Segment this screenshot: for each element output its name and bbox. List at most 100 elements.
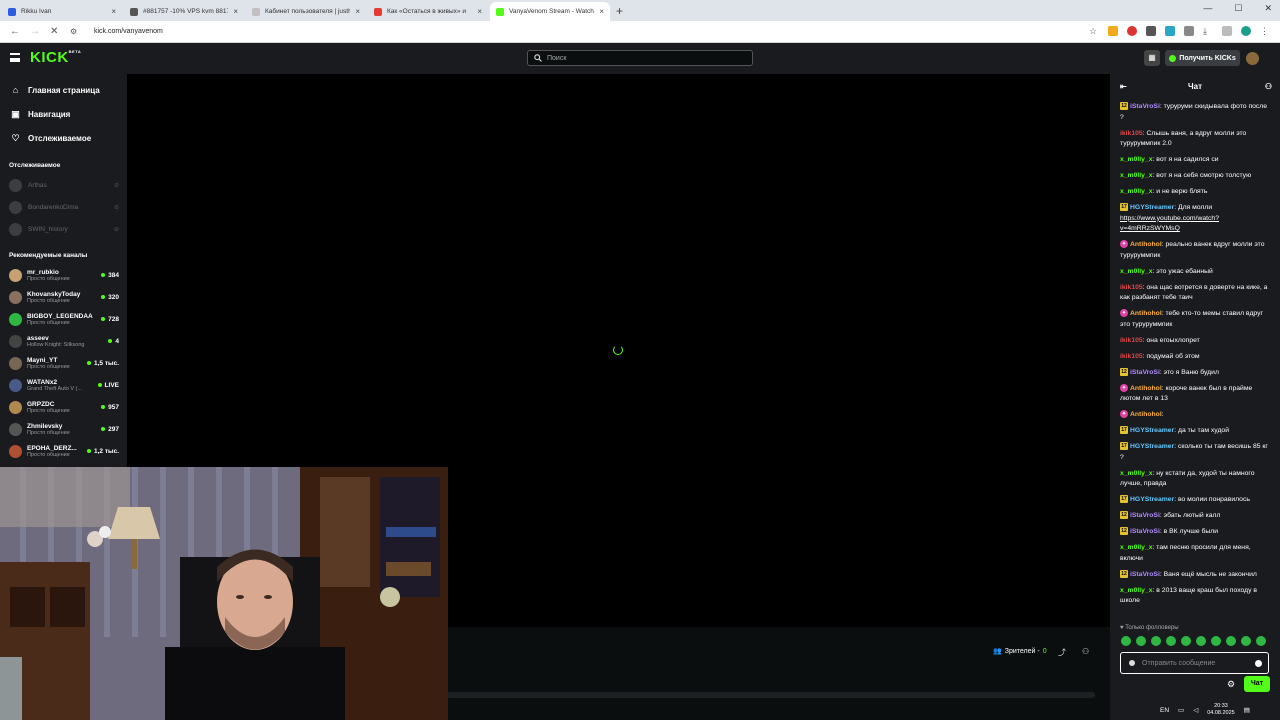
chat-username[interactable]: x_m0lly_x <box>1120 172 1153 179</box>
puzzle-icon[interactable] <box>1184 26 1194 36</box>
chat-username[interactable]: ikik105 <box>1120 337 1143 344</box>
kick-logo[interactable]: KICKBETA <box>30 49 81 66</box>
profile-avatar[interactable] <box>1241 26 1251 36</box>
back-icon[interactable]: ← <box>10 26 20 37</box>
menu-icon[interactable]: ⋮ <box>1260 26 1270 36</box>
notifications-icon[interactable]: ▤ <box>1244 706 1250 714</box>
recommended-channel[interactable]: asseev Hollow Knight: Silksong 4 <box>0 330 127 352</box>
emote-icon[interactable] <box>1256 636 1266 646</box>
chat-username[interactable]: HGYStreamer <box>1130 427 1174 434</box>
chat-input[interactable]: Отправить сообщение <box>1120 652 1269 674</box>
extension-icon[interactable] <box>1146 26 1156 36</box>
chat-username[interactable]: HGYStreamer <box>1130 443 1174 450</box>
emote-icon[interactable] <box>1136 636 1146 646</box>
chat-link[interactable]: https://www.youtube.com/watch?v=4mRRzSWY… <box>1120 215 1219 233</box>
sidebar-nav-item[interactable]: ▣ Навигация <box>0 102 127 126</box>
minimize-icon[interactable]: — <box>1203 3 1212 14</box>
emote-icon[interactable] <box>1151 636 1161 646</box>
chat-username[interactable]: ikik105 <box>1120 353 1143 360</box>
chat-username[interactable]: Antihohol <box>1130 241 1162 248</box>
chat-username[interactable]: x_m0lly_x <box>1120 188 1153 195</box>
browser-tab[interactable]: #881757 -10% VPS kvm 88175 × <box>124 2 244 21</box>
chat-username[interactable]: x_m0lly_x <box>1120 268 1153 275</box>
extension-icon[interactable] <box>1165 26 1175 36</box>
chat-username[interactable]: iStaVroSi <box>1130 512 1160 519</box>
collapse-chat-icon[interactable]: ⇤ <box>1120 82 1127 91</box>
store-icon[interactable]: ▦ <box>1144 50 1160 66</box>
chat-username[interactable]: Antihohol <box>1130 385 1162 392</box>
chat-username[interactable]: x_m0lly_x <box>1120 156 1153 163</box>
share-icon[interactable]: ⤴ <box>1058 647 1066 658</box>
maximize-icon[interactable]: ☐ <box>1234 3 1242 14</box>
site-info-icon[interactable]: ⚙ <box>70 27 80 36</box>
recommended-channel[interactable]: Mayni_YT Просто общение 1,5 тыс. <box>0 352 127 374</box>
get-kicks-button[interactable]: Получить KICKs <box>1165 50 1240 66</box>
download-icon[interactable]: ⤓ <box>1203 26 1213 36</box>
horizontal-scrollbar[interactable] <box>447 692 1095 698</box>
recommended-channel[interactable]: Zhmilevsky Просто общение 297 <box>0 418 127 440</box>
emote-icon[interactable] <box>1166 636 1176 646</box>
emote-icon[interactable] <box>1121 636 1131 646</box>
reload-icon[interactable]: ✕ <box>50 26 60 37</box>
browser-tab[interactable]: Кабинет пользователя | justh × <box>246 2 366 21</box>
url-field[interactable]: kick.com/vanyavenom <box>94 28 163 35</box>
chat-username[interactable]: iStaVroSi <box>1130 369 1160 376</box>
browser-tab[interactable]: Как «Остаться в живых» и × <box>368 2 488 21</box>
send-chat-button[interactable]: Чат <box>1244 676 1270 692</box>
followed-channel[interactable]: Arthas ⊘ <box>0 174 127 196</box>
chat-username[interactable]: iStaVroSi <box>1130 571 1160 578</box>
network-icon[interactable]: ▭ <box>1178 706 1184 714</box>
close-tab-icon[interactable]: × <box>477 7 482 16</box>
chat-username[interactable]: iStaVroSi <box>1130 528 1160 535</box>
bookmark-star-icon[interactable]: ☆ <box>1089 26 1099 36</box>
extension-icon[interactable] <box>1108 26 1118 36</box>
recommended-channel[interactable]: BIGBOY_LEGENDAA Просто общение 728 <box>0 308 127 330</box>
new-tab-button[interactable]: + <box>616 2 623 21</box>
chat-username[interactable]: Antihohol <box>1130 411 1162 418</box>
chat-users-icon[interactable]: ⚇ <box>1265 82 1272 91</box>
sidebar-nav-item[interactable]: ⌂ Главная страница <box>0 78 127 102</box>
emote-icon[interactable] <box>1241 636 1251 646</box>
follow-user-icon[interactable]: ⚇ <box>1082 647 1089 656</box>
user-avatar[interactable] <box>1246 52 1259 65</box>
chat-username[interactable]: x_m0lly_x <box>1120 544 1153 551</box>
browser-tab[interactable]: Rikku Ivan × <box>2 2 122 21</box>
close-tab-icon[interactable]: × <box>111 7 116 16</box>
close-tab-icon[interactable]: × <box>599 7 604 16</box>
clock[interactable]: 20:33 04.08.2025 <box>1207 703 1235 717</box>
recommended-channel[interactable]: WATANx2 Grand Theft Auto V (... LIVE <box>0 374 127 396</box>
followed-channel[interactable]: SWIN_history ⊘ <box>0 218 127 240</box>
menu-toggle-icon[interactable] <box>10 53 20 62</box>
recommended-channel[interactable]: GRPZDC Просто общение 957 <box>0 396 127 418</box>
extension-icon[interactable] <box>1127 26 1137 36</box>
recommended-channel[interactable]: mr_rubkio Просто общение 384 <box>0 264 127 286</box>
chat-username[interactable]: ikik105 <box>1120 130 1143 137</box>
emote-icon[interactable] <box>1226 636 1236 646</box>
language-indicator[interactable]: EN <box>1160 707 1169 714</box>
people-icon: 👥 <box>993 648 1002 655</box>
search-input[interactable]: Поиск <box>527 50 753 66</box>
chat-username[interactable]: Antihohol <box>1130 310 1162 317</box>
chat-username[interactable]: x_m0lly_x <box>1120 587 1153 594</box>
emoji-picker-icon[interactable] <box>1255 659 1262 667</box>
emote-icon[interactable] <box>1196 636 1206 646</box>
close-tab-icon[interactable]: × <box>233 7 238 16</box>
forward-icon[interactable]: → <box>30 26 40 37</box>
volume-icon[interactable]: ◁ <box>1193 706 1198 714</box>
recommended-channel[interactable]: KhovanskyToday Просто общение 320 <box>0 286 127 308</box>
sidebar-icon[interactable] <box>1222 26 1232 36</box>
recommended-channel[interactable]: EPOHA_DERZ... Просто общение 1,2 тыс. <box>0 440 127 462</box>
emote-icon[interactable] <box>1181 636 1191 646</box>
close-window-icon[interactable]: ✕ <box>1264 3 1272 14</box>
chat-username[interactable]: x_m0lly_x <box>1120 470 1153 477</box>
chat-username[interactable]: iStaVroSi <box>1130 103 1160 110</box>
chat-username[interactable]: HGYStreamer <box>1130 496 1174 503</box>
sidebar-nav-item[interactable]: ♡ Отслеживаемое <box>0 126 127 150</box>
browser-tab[interactable]: VanyaVenom Stream - Watch L × <box>490 2 610 21</box>
followed-channel[interactable]: BondarenkoDima ⊘ <box>0 196 127 218</box>
gear-icon[interactable]: ⚙ <box>1227 679 1235 690</box>
chat-username[interactable]: HGYStreamer <box>1130 204 1174 211</box>
close-tab-icon[interactable]: × <box>355 7 360 16</box>
emote-icon[interactable] <box>1211 636 1221 646</box>
chat-username[interactable]: ikik105 <box>1120 284 1143 291</box>
